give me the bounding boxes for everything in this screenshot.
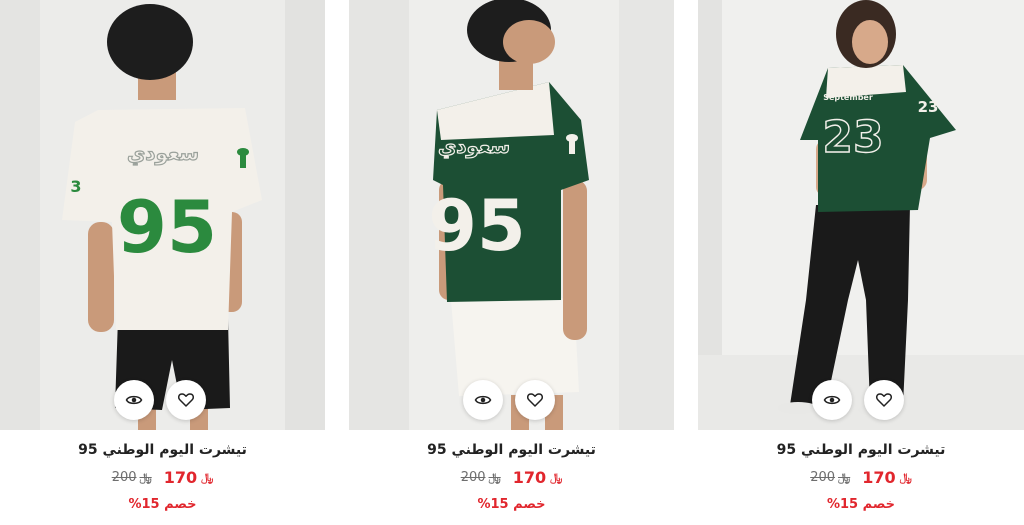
riyal-symbol-icon: ﷼ [899, 470, 912, 484]
sleeve-number-text: 3 [70, 177, 81, 196]
new-price-value: 170 [163, 468, 198, 487]
heart-icon [526, 393, 544, 407]
riyal-symbol-icon: ﷼ [201, 470, 214, 484]
riyal-symbol-icon: ﷼ [838, 470, 851, 484]
product-info: تيشرت اليوم الوطني 95 200 ﷼ 170 ﷼ خصم 15% [349, 430, 674, 525]
eye-icon [474, 395, 492, 405]
jersey-word-text: September [823, 93, 873, 102]
new-price: 170 ﷼ [164, 468, 214, 487]
eye-icon [125, 395, 143, 405]
old-price: 200 ﷼ [810, 470, 850, 485]
product-image[interactable]: سعودي 95 [349, 0, 674, 430]
product-image[interactable]: سعودي 95 3 [0, 0, 325, 430]
product-title[interactable]: تيشرت اليوم الوطني 95 [0, 442, 325, 458]
old-price-value: 200 [111, 470, 137, 485]
wishlist-button[interactable] [515, 380, 555, 420]
product-card[interactable]: سعودي 95 3 تيشرت اليوم الوطني 95 200 ﷼ 17… [0, 0, 325, 525]
product-info: تيشرت اليوم الوطني 95 200 ﷼ 170 ﷼ خصم 15% [698, 430, 1024, 525]
product-title[interactable]: تيشرت اليوم الوطني 95 [698, 442, 1024, 458]
product-image[interactable]: September 23 23 [698, 0, 1024, 430]
old-price-value: 200 [810, 470, 836, 485]
riyal-symbol-icon: ﷼ [550, 470, 563, 484]
jersey-word-text: سعودي [127, 141, 199, 166]
quick-view-button[interactable] [114, 380, 154, 420]
old-price: 200 ﷼ [112, 470, 152, 485]
product-photo: September 23 23 [698, 0, 1024, 430]
new-price: 170 ﷼ [513, 468, 563, 487]
discount-badge: خصم 15% [128, 497, 197, 512]
eye-icon [823, 395, 841, 405]
jersey-number-text: 95 [428, 185, 525, 267]
product-card[interactable]: سعودي 95 تيشرت اليوم الوطني 95 200 ﷼ 170 ﷼… [349, 0, 674, 525]
heart-icon [875, 393, 893, 407]
product-photo: سعودي 95 3 [0, 0, 325, 430]
discount-badge: خصم 15% [826, 497, 896, 512]
new-price: 170 ﷼ [862, 468, 912, 487]
price-row: 200 ﷼ 170 ﷼ [0, 468, 325, 487]
jersey-word-text: سعودي [438, 134, 510, 159]
quick-view-button[interactable] [463, 380, 503, 420]
wishlist-button[interactable] [166, 380, 206, 420]
sleeve-number-text: 23 [918, 98, 939, 116]
product-info: تيشرت اليوم الوطني 95 200 ﷼ 170 ﷼ خصم 15% [0, 430, 325, 525]
product-card[interactable]: September 23 23 تيشرت اليوم الوطني 95 20… [698, 0, 1024, 525]
price-row: 200 ﷼ 170 ﷼ [698, 468, 1024, 487]
discount-badge: خصم 15% [477, 497, 546, 512]
product-photo: سعودي 95 [349, 0, 674, 430]
new-price-value: 170 [512, 468, 547, 487]
riyal-symbol-icon: ﷼ [139, 470, 152, 484]
new-price-value: 170 [862, 468, 896, 487]
quick-view-button[interactable] [812, 380, 852, 420]
old-price-value: 200 [460, 470, 486, 485]
wishlist-button[interactable] [864, 380, 904, 420]
jersey-number-text: 23 [822, 112, 883, 163]
price-row: 200 ﷼ 170 ﷼ [349, 468, 674, 487]
jersey-number-text: 95 [117, 185, 217, 269]
product-title[interactable]: تيشرت اليوم الوطني 95 [349, 442, 674, 458]
riyal-symbol-icon: ﷼ [488, 470, 501, 484]
old-price: 200 ﷼ [461, 470, 501, 485]
heart-icon [177, 393, 195, 407]
